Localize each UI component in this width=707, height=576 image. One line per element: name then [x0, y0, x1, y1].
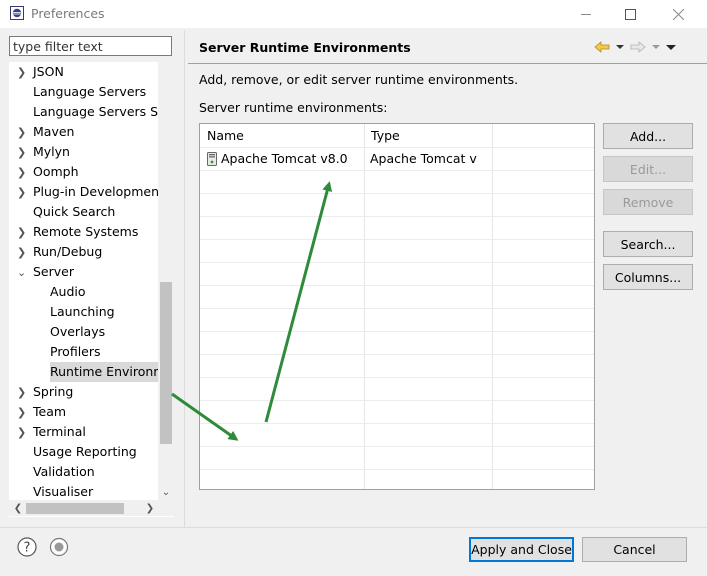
cancel-button[interactable]: Cancel [582, 537, 687, 562]
bottom-separator [0, 527, 707, 528]
annotation-arrows [171, 181, 333, 441]
annotation-arrow-to-table [171, 392, 239, 441]
annotation-arrow-to-runtime [264, 181, 333, 423]
svg-text:?: ? [24, 541, 31, 556]
record-macro-icon[interactable] [49, 537, 69, 557]
apply-and-close-button[interactable]: Apply and Close [469, 537, 574, 562]
help-icon[interactable]: ? [17, 537, 37, 557]
